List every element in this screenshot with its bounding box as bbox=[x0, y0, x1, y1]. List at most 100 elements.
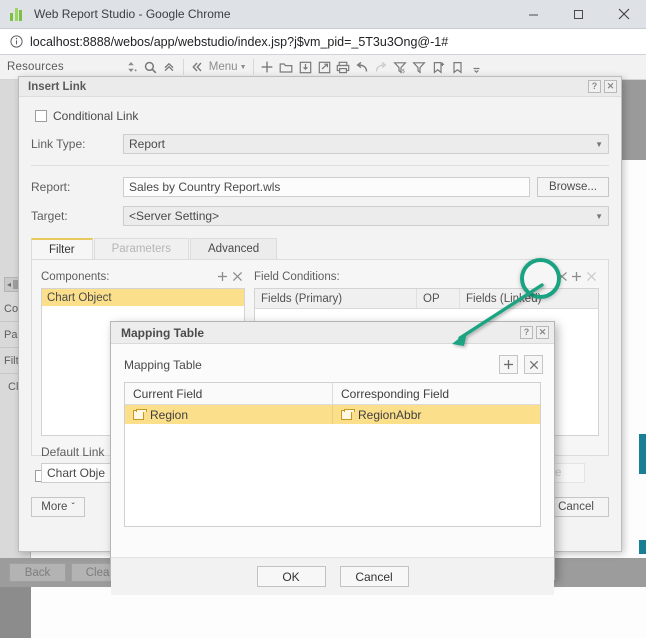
vertical-scrollbar-thumb[interactable] bbox=[639, 434, 646, 474]
bookmark-icon[interactable] bbox=[448, 57, 467, 78]
address-bar-url[interactable]: localhost:8888/webos/app/webstudio/index… bbox=[30, 35, 448, 49]
conditional-link-label: Conditional Link bbox=[53, 109, 139, 123]
column-header-corresponding-field: Corresponding Field bbox=[341, 386, 450, 401]
conditional-link-row[interactable]: Conditional Link bbox=[35, 109, 609, 123]
cancel-button[interactable]: Cancel bbox=[339, 566, 409, 587]
window-maximize-button[interactable] bbox=[556, 0, 601, 29]
chevron-down-icon: ˇ bbox=[71, 501, 75, 513]
resources-label: Resources bbox=[7, 61, 64, 73]
components-label: Components: bbox=[41, 270, 110, 283]
field-conditions-label: Field Conditions: bbox=[254, 270, 340, 283]
chevron-down-icon: ▼ bbox=[239, 63, 247, 71]
tab-filter[interactable]: Filter bbox=[31, 238, 93, 259]
window-close-button[interactable] bbox=[601, 0, 646, 29]
ok-button-label: OK bbox=[282, 569, 300, 584]
close-icon[interactable] bbox=[584, 269, 599, 284]
chevron-left-icon: ◂ bbox=[7, 280, 12, 289]
tab-advanced[interactable]: Advanced bbox=[190, 238, 278, 259]
mapping-table-footer: OK Cancel bbox=[111, 558, 554, 595]
more-icon[interactable] bbox=[467, 57, 486, 78]
undo-icon[interactable] bbox=[353, 57, 372, 78]
svg-text:$: $ bbox=[402, 68, 405, 73]
divider bbox=[31, 165, 609, 166]
components-header: Components: bbox=[41, 268, 245, 285]
link-type-value: Report bbox=[129, 137, 166, 151]
collapse-up-icon[interactable] bbox=[160, 57, 179, 78]
mapping-table-title: Mapping Table bbox=[121, 325, 205, 340]
tab-label: Advanced bbox=[208, 243, 260, 255]
print-icon[interactable] bbox=[334, 57, 353, 78]
column-header-fields-primary: Fields (Primary) bbox=[255, 289, 417, 308]
site-info-icon[interactable] bbox=[9, 35, 23, 49]
target-row: Target: <Server Setting> ▼ bbox=[31, 206, 609, 226]
more-button[interactable]: More ˇ bbox=[31, 497, 85, 517]
redo-icon bbox=[372, 57, 391, 78]
menu-label: Menu bbox=[208, 61, 238, 73]
report-label: Report: bbox=[31, 180, 71, 194]
list-item[interactable]: Chart Object bbox=[42, 289, 244, 306]
browse-button[interactable]: Browse... bbox=[537, 177, 609, 197]
browser-address-bar[interactable]: localhost:8888/webos/app/webstudio/index… bbox=[0, 29, 646, 55]
current-field-value: Region bbox=[150, 407, 189, 422]
field-icon bbox=[341, 408, 355, 420]
table-row[interactable]: Region RegionAbbr bbox=[125, 405, 540, 424]
back-button[interactable]: Back bbox=[9, 563, 66, 582]
chevron-down-icon: ▼ bbox=[595, 139, 603, 149]
close-icon[interactable]: ✕ bbox=[604, 80, 617, 93]
toolbar-divider bbox=[182, 59, 184, 75]
conditional-link-checkbox[interactable] bbox=[35, 110, 47, 122]
sort-icon[interactable] bbox=[122, 57, 141, 78]
plus-icon[interactable] bbox=[215, 269, 230, 284]
filter-icon[interactable] bbox=[410, 57, 429, 78]
target-value: <Server Setting> bbox=[129, 209, 220, 223]
filter-dollar-icon[interactable]: $ bbox=[391, 57, 410, 78]
plus-icon[interactable] bbox=[569, 269, 584, 284]
link-tabs: Filter Parameters Advanced bbox=[31, 238, 609, 260]
more-button-label: More bbox=[41, 501, 68, 513]
open-folder-icon[interactable] bbox=[277, 57, 296, 78]
corresponding-field-value: RegionAbbr bbox=[358, 407, 422, 422]
insert-link-title: Insert Link bbox=[28, 80, 87, 93]
vertical-scrollbar-thumb-secondary[interactable] bbox=[639, 540, 646, 554]
bar-chart-icon bbox=[10, 7, 26, 21]
link-type-select[interactable]: Report ▼ bbox=[123, 134, 609, 154]
report-row: Report: Sales by Country Report.wls Brow… bbox=[31, 177, 609, 197]
report-input[interactable]: Sales by Country Report.wls bbox=[123, 177, 530, 197]
search-icon[interactable] bbox=[141, 57, 160, 78]
current-field-cell[interactable]: Region bbox=[125, 405, 333, 424]
save-icon[interactable] bbox=[296, 57, 315, 78]
bookmark-add-icon[interactable] bbox=[429, 57, 448, 78]
chevron-down-icon: ▼ bbox=[595, 211, 603, 221]
toolbar-divider-2 bbox=[252, 59, 254, 75]
annotation-arrow bbox=[452, 283, 544, 346]
link-type-row: Link Type: Report ▼ bbox=[31, 134, 609, 154]
back-button-label: Back bbox=[24, 566, 51, 579]
browse-button-label: Browse... bbox=[549, 181, 597, 193]
cancel-button-label: Cancel bbox=[558, 501, 594, 513]
close-icon[interactable] bbox=[230, 269, 245, 284]
cancel-button-label: Cancel bbox=[355, 569, 393, 584]
mapping-table-body: Mapping Table Current Field Correspondin… bbox=[111, 344, 554, 558]
tab-label: Filter bbox=[49, 243, 75, 256]
tab-label: Parameters bbox=[111, 243, 171, 255]
ok-button[interactable]: OK bbox=[256, 566, 326, 587]
mapping-grid[interactable]: Current Field Corresponding Field Region… bbox=[124, 382, 541, 527]
export-icon[interactable] bbox=[315, 57, 334, 78]
menu-button[interactable]: Menu ▼ bbox=[207, 61, 249, 73]
corresponding-field-cell[interactable]: RegionAbbr bbox=[333, 405, 540, 424]
browser-window-title: Web Report Studio - Google Chrome bbox=[34, 7, 231, 21]
new-icon[interactable] bbox=[258, 57, 277, 78]
target-select[interactable]: <Server Setting> ▼ bbox=[123, 206, 609, 226]
browser-title-bar: Web Report Studio - Google Chrome bbox=[0, 0, 646, 29]
field-icon bbox=[133, 408, 147, 420]
list-item-label: Chart Object bbox=[47, 291, 112, 304]
collapse-left-icon[interactable] bbox=[188, 57, 207, 78]
help-icon[interactable]: ? bbox=[588, 80, 601, 93]
mapping-grid-header: Current Field Corresponding Field bbox=[125, 383, 540, 405]
tab-parameters[interactable]: Parameters bbox=[93, 238, 189, 259]
insert-link-title-bar: Insert Link ? ✕ bbox=[19, 77, 621, 97]
link-type-label: Link Type: bbox=[31, 137, 86, 151]
report-value: Sales by Country Report.wls bbox=[129, 180, 281, 194]
window-minimize-button[interactable] bbox=[511, 0, 556, 29]
target-label: Target: bbox=[31, 209, 68, 223]
